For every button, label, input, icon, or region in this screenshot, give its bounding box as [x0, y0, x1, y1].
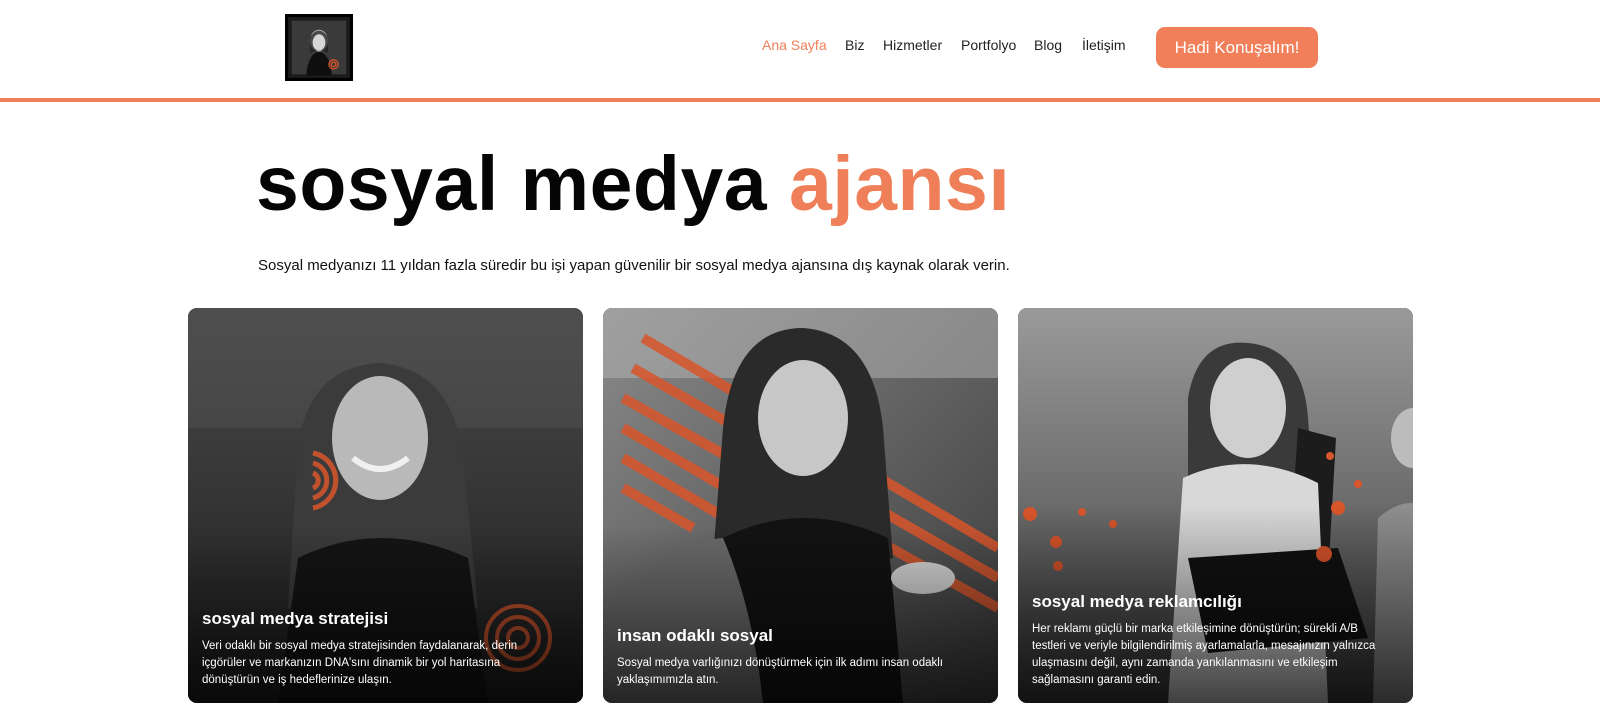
- card-description: Sosyal medya varlığınızı dönüştürmek içi…: [617, 655, 984, 689]
- nav-item-portfolyo[interactable]: Portfolyo: [961, 37, 1016, 53]
- page-title-main: sosyal medya: [256, 141, 789, 227]
- card-text: sosyal medya reklamcılığı Her reklamı gü…: [1032, 592, 1399, 689]
- card-description: Her reklamı güçlü bir marka etkileşimine…: [1032, 621, 1399, 689]
- card-title: sosyal medya reklamcılığı: [1032, 592, 1242, 611]
- card-description: Veri odaklı bir sosyal medya stratejisin…: [202, 638, 569, 689]
- card-description-line: Veri odaklı bir sosyal medya stratejisin…: [202, 640, 518, 652]
- card-text: sosyal medya stratejisi Veri odaklı bir …: [202, 609, 569, 689]
- nav-item-biz[interactable]: Biz: [845, 37, 864, 53]
- card-description-line: yaklaşımımızla atın.: [617, 674, 719, 686]
- nav-item-iletisim[interactable]: İletişim: [1082, 37, 1126, 53]
- logo[interactable]: [285, 14, 353, 81]
- card-description-line: Sosyal medya varlığınızı dönüştürmek içi…: [617, 657, 943, 669]
- card-title: insan odaklı sosyal: [617, 626, 773, 645]
- nav-item-hizmetler[interactable]: Hizmetler: [883, 37, 942, 53]
- contact-cta-button[interactable]: Hadi Konuşalım!: [1156, 27, 1318, 68]
- card-description-line: sağlamasını garanti edin.: [1032, 674, 1161, 686]
- nav-item-blog[interactable]: Blog: [1034, 37, 1062, 53]
- page-title-accent: ajansı: [788, 141, 1011, 227]
- portrait-photo-logo: [288, 17, 350, 78]
- page-subtitle: Sosyal medyanızı 11 yıldan fazla süredir…: [258, 257, 1010, 274]
- site-header: Ana Sayfa Biz Hizmetler Portfolyo Blog İ…: [0, 0, 1600, 102]
- card-description-line: dönüştürün ve iş hedeflerinize ulaşın.: [202, 674, 392, 686]
- card-title: sosyal medya stratejisi: [202, 609, 389, 628]
- card-description-line: ulaşmasını değil, aynı zamanda yankılanm…: [1032, 657, 1338, 669]
- page-title: sosyal medya ajansı: [256, 138, 1010, 230]
- nav-item-ana-sayfa[interactable]: Ana Sayfa: [762, 37, 827, 53]
- service-card-advertising[interactable]: sosyal medya reklamcılığı Her reklamı gü…: [1018, 308, 1413, 703]
- card-description-line: Her reklamı güçlü bir marka etkileşimine…: [1032, 623, 1358, 635]
- service-card-strategy[interactable]: sosyal medya stratejisi Veri odaklı bir …: [188, 308, 583, 703]
- card-description-line: içgörüler ve markanızın DNA'sını dinamik…: [202, 657, 501, 669]
- card-text: insan odaklı sosyal Sosyal medya varlığı…: [617, 626, 984, 689]
- card-description-line: testleri ve veriyle bilgilendirilmiş aya…: [1032, 640, 1376, 652]
- service-card-human-centric[interactable]: insan odaklı sosyal Sosyal medya varlığı…: [603, 308, 998, 703]
